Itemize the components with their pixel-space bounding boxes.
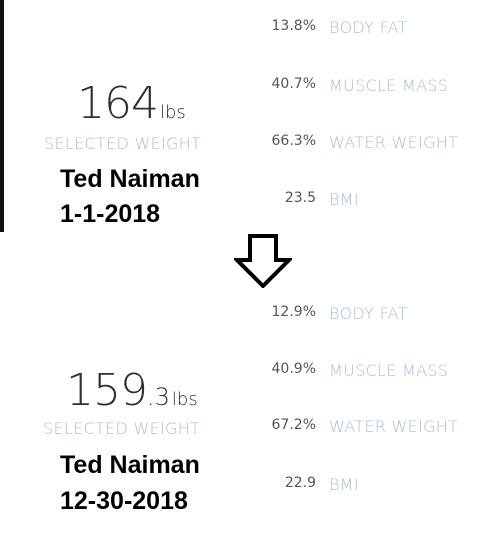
weight-main: 159: [66, 365, 148, 416]
metric-value: 40.9%: [271, 361, 316, 377]
metric-value: 23.5: [284, 190, 316, 206]
metric-label: BMI: [329, 190, 359, 209]
weight-fraction: .3: [146, 383, 170, 411]
selected-weight-value: 159.3 lbs: [66, 365, 198, 416]
metric-body-fat: 13.8% BODY FAT: [0, 18, 502, 38]
weight-unit: lbs: [171, 389, 198, 410]
metric-label: MUSCLE MASS: [329, 361, 449, 380]
after-panel: 12.9% BODY FAT 40.9% MUSCLE MASS 67.2% W…: [0, 285, 502, 552]
metric-label: WATER WEIGHT: [329, 133, 459, 152]
person-name: Ted Naiman: [60, 451, 200, 479]
before-panel: 13.8% BODY FAT 40.7% MUSCLE MASS 66.3% W…: [0, 0, 502, 232]
down-arrow-icon: [234, 234, 292, 288]
metric-label: MUSCLE MASS: [329, 76, 449, 95]
person-name: Ted Naiman: [60, 165, 200, 193]
metric-label: BODY FAT: [329, 18, 408, 37]
metric-body-fat: 12.9% BODY FAT: [0, 304, 502, 324]
metric-value: 40.7%: [271, 76, 316, 92]
metric-label: BMI: [329, 475, 359, 494]
weight-main: 164: [77, 78, 159, 129]
selected-weight-value: 164 lbs: [77, 78, 186, 129]
metric-label: BODY FAT: [329, 304, 408, 323]
selected-weight-label: SELECTED WEIGHT: [44, 134, 202, 153]
weight-unit: lbs: [159, 102, 186, 123]
metric-value: 67.2%: [271, 417, 316, 433]
selected-weight-label: SELECTED WEIGHT: [43, 419, 201, 438]
metric-value: 13.8%: [271, 18, 316, 34]
measurement-date: 1-1-2018: [60, 200, 161, 228]
metric-label: WATER WEIGHT: [329, 417, 459, 436]
metric-muscle-mass: 40.7% MUSCLE MASS: [0, 76, 502, 96]
metric-value: 22.9: [284, 475, 316, 491]
metric-value: 12.9%: [271, 304, 316, 320]
metric-value: 66.3%: [271, 133, 316, 149]
measurement-date: 12-30-2018: [60, 487, 188, 515]
